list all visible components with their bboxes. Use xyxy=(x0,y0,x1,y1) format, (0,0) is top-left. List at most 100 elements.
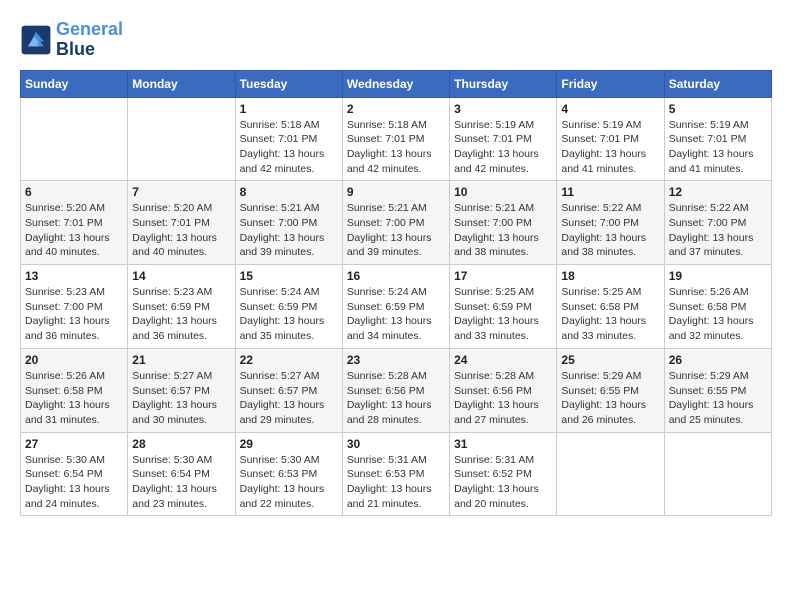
day-number: 26 xyxy=(669,353,767,367)
calendar-cell: 19 Sunrise: 5:26 AM Sunset: 6:58 PM Dayli… xyxy=(664,265,771,349)
day-info: Sunrise: 5:23 AM Sunset: 6:59 PM Dayligh… xyxy=(132,285,230,344)
calendar-week-row: 27 Sunrise: 5:30 AM Sunset: 6:54 PM Dayli… xyxy=(21,432,772,516)
day-info: Sunrise: 5:31 AM Sunset: 6:53 PM Dayligh… xyxy=(347,453,445,512)
calendar-cell: 14 Sunrise: 5:23 AM Sunset: 6:59 PM Dayli… xyxy=(128,265,235,349)
calendar-cell: 24 Sunrise: 5:28 AM Sunset: 6:56 PM Dayli… xyxy=(450,348,557,432)
calendar-cell xyxy=(128,97,235,181)
calendar-cell: 8 Sunrise: 5:21 AM Sunset: 7:00 PM Daylig… xyxy=(235,181,342,265)
page-header: General Blue xyxy=(20,20,772,60)
day-number: 8 xyxy=(240,185,338,199)
calendar-cell: 5 Sunrise: 5:19 AM Sunset: 7:01 PM Daylig… xyxy=(664,97,771,181)
day-info: Sunrise: 5:27 AM Sunset: 6:57 PM Dayligh… xyxy=(132,369,230,428)
day-info: Sunrise: 5:21 AM Sunset: 7:00 PM Dayligh… xyxy=(240,201,338,260)
day-of-week-header: Friday xyxy=(557,70,664,97)
calendar-cell: 7 Sunrise: 5:20 AM Sunset: 7:01 PM Daylig… xyxy=(128,181,235,265)
calendar-cell: 17 Sunrise: 5:25 AM Sunset: 6:59 PM Dayli… xyxy=(450,265,557,349)
calendar-cell xyxy=(557,432,664,516)
day-info: Sunrise: 5:28 AM Sunset: 6:56 PM Dayligh… xyxy=(347,369,445,428)
calendar-cell: 29 Sunrise: 5:30 AM Sunset: 6:53 PM Dayli… xyxy=(235,432,342,516)
day-number: 15 xyxy=(240,269,338,283)
calendar-cell: 4Sunrise: 5:19 AM Sunset: 7:01 PM Daylig… xyxy=(557,97,664,181)
calendar-week-row: 13Sunrise: 5:23 AM Sunset: 7:00 PM Dayli… xyxy=(21,265,772,349)
day-info: Sunrise: 5:26 AM Sunset: 6:58 PM Dayligh… xyxy=(669,285,767,344)
day-number: 31 xyxy=(454,437,552,451)
calendar-cell: 2 Sunrise: 5:18 AM Sunset: 7:01 PM Daylig… xyxy=(342,97,449,181)
day-of-week-header: Thursday xyxy=(450,70,557,97)
calendar-week-row: 6 Sunrise: 5:20 AM Sunset: 7:01 PM Daylig… xyxy=(21,181,772,265)
day-info: Sunrise: 5:24 AM Sunset: 6:59 PM Dayligh… xyxy=(240,285,338,344)
day-info: Sunrise: 5:30 AM Sunset: 6:54 PM Dayligh… xyxy=(132,453,230,512)
day-info: Sunrise: 5:31 AM Sunset: 6:52 PM Dayligh… xyxy=(454,453,552,512)
day-info: Sunrise: 5:22 AM Sunset: 7:00 PM Dayligh… xyxy=(669,201,767,260)
day-of-week-header: Tuesday xyxy=(235,70,342,97)
calendar-cell: 6 Sunrise: 5:20 AM Sunset: 7:01 PM Daylig… xyxy=(21,181,128,265)
day-of-week-header: Monday xyxy=(128,70,235,97)
day-number: 5 xyxy=(669,102,767,116)
day-info: Sunrise: 5:19 AM Sunset: 7:01 PM Dayligh… xyxy=(669,118,767,177)
day-number: 1 xyxy=(240,102,338,116)
day-info: Sunrise: 5:30 AM Sunset: 6:54 PM Dayligh… xyxy=(25,453,123,512)
day-info: Sunrise: 5:25 AM Sunset: 6:59 PM Dayligh… xyxy=(454,285,552,344)
calendar-cell: 26 Sunrise: 5:29 AM Sunset: 6:55 PM Dayli… xyxy=(664,348,771,432)
calendar-cell: 23 Sunrise: 5:28 AM Sunset: 6:56 PM Dayli… xyxy=(342,348,449,432)
day-info: Sunrise: 5:18 AM Sunset: 7:01 PM Dayligh… xyxy=(347,118,445,177)
day-info: Sunrise: 5:19 AM Sunset: 7:01 PM Dayligh… xyxy=(454,118,552,177)
day-info: Sunrise: 5:30 AM Sunset: 6:53 PM Dayligh… xyxy=(240,453,338,512)
day-info: Sunrise: 5:29 AM Sunset: 6:55 PM Dayligh… xyxy=(669,369,767,428)
day-info: Sunrise: 5:20 AM Sunset: 7:01 PM Dayligh… xyxy=(25,201,123,260)
day-info: Sunrise: 5:19 AM Sunset: 7:01 PM Dayligh… xyxy=(561,118,659,177)
day-number: 16 xyxy=(347,269,445,283)
day-number: 27 xyxy=(25,437,123,451)
day-number: 19 xyxy=(669,269,767,283)
day-number: 9 xyxy=(347,185,445,199)
day-number: 12 xyxy=(669,185,767,199)
day-number: 14 xyxy=(132,269,230,283)
day-number: 23 xyxy=(347,353,445,367)
day-number: 11 xyxy=(561,185,659,199)
logo-icon xyxy=(20,24,52,56)
day-number: 7 xyxy=(132,185,230,199)
calendar-cell: 15 Sunrise: 5:24 AM Sunset: 6:59 PM Dayli… xyxy=(235,265,342,349)
day-number: 17 xyxy=(454,269,552,283)
day-of-week-header: Saturday xyxy=(664,70,771,97)
day-info: Sunrise: 5:23 AM Sunset: 7:00 PM Dayligh… xyxy=(25,285,123,344)
day-info: Sunrise: 5:25 AM Sunset: 6:58 PM Dayligh… xyxy=(561,285,659,344)
day-number: 24 xyxy=(454,353,552,367)
logo-text: General Blue xyxy=(56,20,123,60)
calendar-header-row: SundayMondayTuesdayWednesdayThursdayFrid… xyxy=(21,70,772,97)
day-number: 6 xyxy=(25,185,123,199)
calendar-cell: 31 Sunrise: 5:31 AM Sunset: 6:52 PM Dayli… xyxy=(450,432,557,516)
day-of-week-header: Sunday xyxy=(21,70,128,97)
day-info: Sunrise: 5:26 AM Sunset: 6:58 PM Dayligh… xyxy=(25,369,123,428)
day-number: 3 xyxy=(454,102,552,116)
day-info: Sunrise: 5:28 AM Sunset: 6:56 PM Dayligh… xyxy=(454,369,552,428)
calendar-cell: 1Sunrise: 5:18 AM Sunset: 7:01 PM Daylig… xyxy=(235,97,342,181)
calendar-cell: 10 Sunrise: 5:21 AM Sunset: 7:00 PM Dayli… xyxy=(450,181,557,265)
calendar-cell: 25 Sunrise: 5:29 AM Sunset: 6:55 PM Dayli… xyxy=(557,348,664,432)
calendar-cell xyxy=(21,97,128,181)
day-number: 18 xyxy=(561,269,659,283)
day-number: 30 xyxy=(347,437,445,451)
calendar-cell: 28 Sunrise: 5:30 AM Sunset: 6:54 PM Dayli… xyxy=(128,432,235,516)
day-info: Sunrise: 5:21 AM Sunset: 7:00 PM Dayligh… xyxy=(454,201,552,260)
day-number: 29 xyxy=(240,437,338,451)
day-info: Sunrise: 5:20 AM Sunset: 7:01 PM Dayligh… xyxy=(132,201,230,260)
day-number: 10 xyxy=(454,185,552,199)
calendar-cell: 30 Sunrise: 5:31 AM Sunset: 6:53 PM Dayli… xyxy=(342,432,449,516)
day-info: Sunrise: 5:29 AM Sunset: 6:55 PM Dayligh… xyxy=(561,369,659,428)
calendar-table: SundayMondayTuesdayWednesdayThursdayFrid… xyxy=(20,70,772,517)
calendar-cell: 12 Sunrise: 5:22 AM Sunset: 7:00 PM Dayli… xyxy=(664,181,771,265)
calendar-cell: 11 Sunrise: 5:22 AM Sunset: 7:00 PM Dayli… xyxy=(557,181,664,265)
day-info: Sunrise: 5:27 AM Sunset: 6:57 PM Dayligh… xyxy=(240,369,338,428)
day-number: 25 xyxy=(561,353,659,367)
day-info: Sunrise: 5:21 AM Sunset: 7:00 PM Dayligh… xyxy=(347,201,445,260)
day-info: Sunrise: 5:22 AM Sunset: 7:00 PM Dayligh… xyxy=(561,201,659,260)
day-number: 21 xyxy=(132,353,230,367)
calendar-week-row: 1 Sunrise: 5:18 AM Sunset: 7:01 PM Daylig… xyxy=(21,97,772,181)
calendar-cell: 9 Sunrise: 5:21 AM Sunset: 7:00 PM Daylig… xyxy=(342,181,449,265)
calendar-cell: 27 Sunrise: 5:30 AM Sunset: 6:54 PM Dayli… xyxy=(21,432,128,516)
calendar-cell xyxy=(664,432,771,516)
day-number: 28 xyxy=(132,437,230,451)
calendar-week-row: 20Sunrise: 5:26 AM Sunset: 6:58 PM Dayli… xyxy=(21,348,772,432)
day-number: 2 xyxy=(347,102,445,116)
